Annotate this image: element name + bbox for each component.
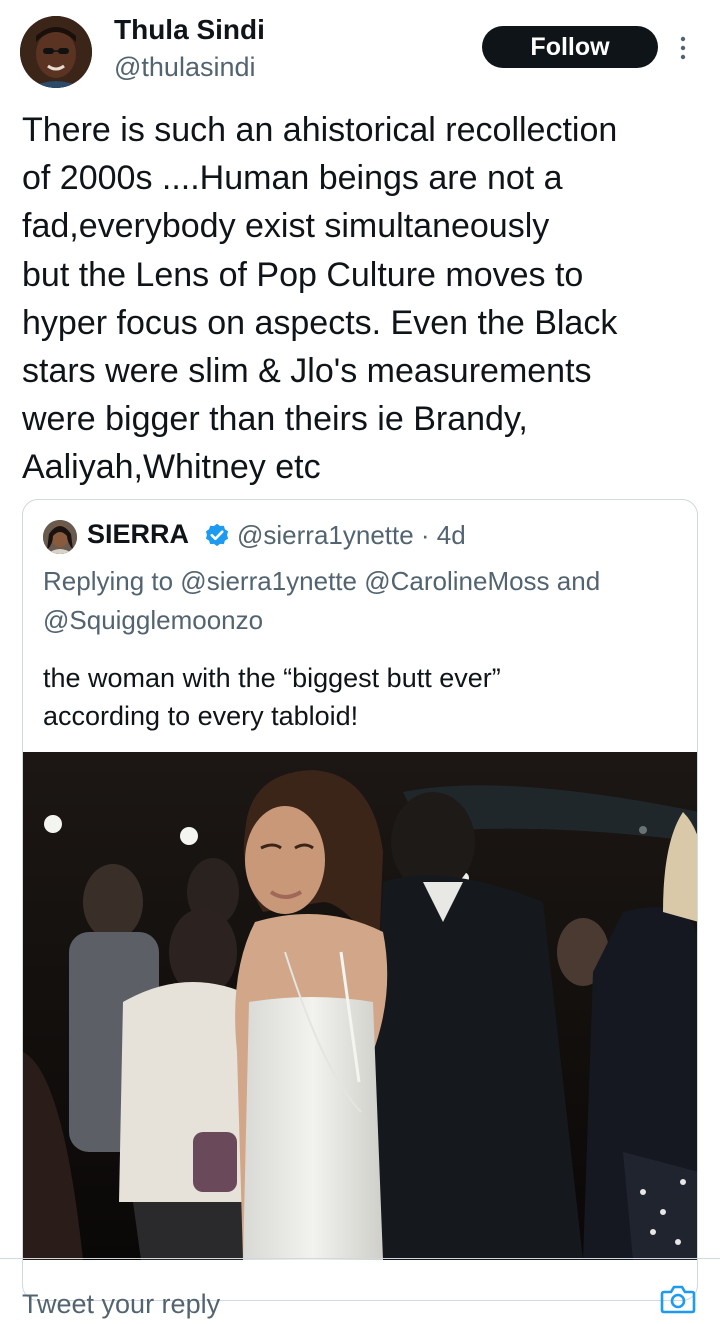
tweet-text: There is such an ahistorical recollectio… [22, 111, 618, 487]
quoted-author-name[interactable]: SIERRA [87, 519, 189, 550]
replying-to-text: Replying to @sierra1ynette @CarolineMoss… [43, 566, 601, 635]
quoted-avatar-image [43, 520, 77, 554]
quoted-author-avatar[interactable] [43, 520, 77, 554]
author-name[interactable]: Thula Sindi [114, 14, 265, 46]
quoted-tweet-card[interactable]: SIERRA @sierra1ynette · 4d Replying to @… [22, 499, 698, 1301]
camera-icon[interactable] [660, 1284, 696, 1314]
quoted-tweet-text: the woman with the “biggest butt ever” a… [43, 663, 501, 731]
verified-badge-icon [205, 523, 229, 547]
tweet-header: Thula Sindi @thulasindi Follow [0, 0, 720, 100]
reply-input[interactable] [22, 1284, 582, 1324]
avatar-image [20, 16, 92, 88]
reply-bar-divider [0, 1258, 720, 1259]
author-avatar[interactable] [20, 16, 92, 88]
quoted-author-handle-time[interactable]: @sierra1ynette · 4d [237, 520, 466, 551]
quoted-tweet-photo[interactable] [23, 752, 698, 1260]
more-vertical-icon[interactable] [676, 34, 690, 62]
follow-button[interactable]: Follow [482, 26, 658, 68]
author-handle[interactable]: @thulasindi [114, 52, 256, 83]
